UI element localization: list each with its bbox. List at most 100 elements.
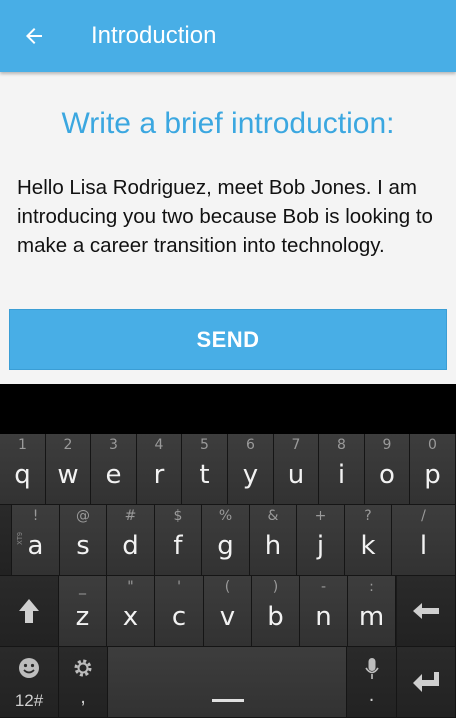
key-label: l (419, 531, 428, 561)
key-hint: ? (364, 508, 372, 524)
backspace-key[interactable] (397, 576, 456, 647)
settings-comma-key[interactable]: , (59, 647, 108, 718)
key-hint: ! (32, 508, 39, 524)
key-i[interactable]: 8i (319, 434, 365, 505)
key-hint: 5 (200, 437, 209, 453)
key-hint: 4 (154, 437, 164, 453)
key-hint: / (421, 508, 426, 524)
key-hint: : (369, 579, 374, 595)
key-hint: & (267, 508, 279, 524)
key-hint: + (314, 508, 327, 524)
key-label: b (267, 602, 284, 632)
key-hint: % (218, 508, 233, 524)
key-p[interactable]: 0p (410, 434, 456, 505)
key-s[interactable]: @ s (60, 505, 107, 576)
content-area: Write a brief introduction: Hello Lisa R… (0, 72, 456, 384)
key-hint: # (124, 508, 137, 524)
voice-period-key[interactable]: . (347, 647, 397, 718)
key-label: f (173, 531, 183, 561)
key-hint: 9 (382, 437, 392, 453)
comma-label: , (80, 686, 86, 708)
key-a[interactable]: ! a XT9 (12, 505, 60, 576)
key-label: c (171, 602, 187, 632)
key-label: t (199, 460, 210, 490)
key-k[interactable]: ? k (345, 505, 392, 576)
send-button[interactable]: SEND (9, 309, 447, 370)
key-g[interactable]: % g (202, 505, 250, 576)
key-f[interactable]: $ f (155, 505, 202, 576)
key-label: x (122, 602, 139, 632)
key-hint: 3 (109, 437, 118, 453)
key-label: e (105, 460, 122, 490)
spacer (0, 384, 456, 434)
gear-icon (74, 659, 92, 677)
key-label: p (424, 460, 441, 490)
key-label: n (315, 602, 332, 632)
key-label: r (153, 460, 165, 490)
space-bar-indicator (212, 699, 244, 702)
key-hint: 6 (246, 437, 255, 453)
keyboard-edge (0, 505, 12, 576)
key-label: k (360, 531, 376, 561)
key-hint: _ (79, 579, 86, 595)
key-z[interactable]: _ z (59, 576, 107, 647)
screen: Introduction Write a brief introduction:… (0, 0, 456, 718)
key-c[interactable]: ' c (155, 576, 204, 647)
shift-arrow-icon (19, 599, 39, 623)
space-key[interactable] (108, 647, 347, 718)
key-x[interactable]: " x (107, 576, 155, 647)
page-title: Introduction (91, 22, 217, 49)
key-label: o (379, 460, 395, 490)
key-d[interactable]: # d (107, 505, 155, 576)
key-hint: @ (76, 508, 90, 524)
smiley-icon (19, 658, 39, 678)
key-hint: 8 (337, 437, 346, 453)
key-label: u (287, 460, 305, 490)
key-hint: ) (272, 579, 279, 595)
key-hint: 1 (18, 437, 27, 453)
key-label: i (337, 460, 346, 490)
shift-key[interactable] (0, 576, 59, 647)
key-label: w (57, 460, 79, 490)
emoji-symbols-key[interactable]: 12# (0, 647, 59, 718)
key-label: y (242, 460, 259, 490)
backspace-icon (413, 603, 439, 619)
key-y[interactable]: 6y (228, 434, 274, 505)
key-label: d (122, 531, 139, 561)
key-label: j (316, 531, 325, 561)
keyboard: 1 q 2 w 3 e 4 r 5 t 6 y 7 u 8 i 9 o 0 p! a XT9 @ s # d $ f% g & h + j? k /… (0, 434, 456, 718)
key-t[interactable]: 5t (182, 434, 228, 505)
key-hint: 0 (428, 437, 437, 453)
key-hint: " (127, 579, 134, 595)
enter-icon (413, 672, 439, 692)
key-e[interactable]: 3e (91, 434, 137, 505)
key-j[interactable]: + j (297, 505, 345, 576)
key-hint: $ (173, 508, 183, 524)
app-bar: Introduction (0, 0, 456, 72)
key-h[interactable]: & h (250, 505, 297, 576)
key-label: m (358, 602, 385, 632)
symbols-label: 12# (14, 691, 44, 710)
key-hint: ( (224, 579, 231, 595)
microphone-icon (364, 658, 379, 679)
key-w[interactable]: 2w (46, 434, 91, 505)
key-b[interactable]: ) b (252, 576, 300, 647)
back-button[interactable] (14, 16, 54, 56)
intro-message-field[interactable]: Hello Lisa Rodriguez, meet Bob Jones. I … (17, 173, 445, 260)
key-u[interactable]: 7u (274, 434, 319, 505)
key-label: h (264, 531, 282, 561)
enter-key[interactable] (397, 647, 456, 718)
key-o[interactable]: 9o (365, 434, 410, 505)
key-l[interactable]: / l (392, 505, 456, 576)
intro-heading: Write a brief introduction: (61, 107, 395, 140)
key-v[interactable]: (v (204, 576, 252, 647)
key-r[interactable]: 4r (137, 434, 182, 505)
xt9-label: XT9 (16, 532, 24, 545)
key-n[interactable]: -n (300, 576, 348, 647)
key-hint: 2 (63, 437, 73, 453)
key-m[interactable]: :m (348, 576, 396, 647)
period-label: . (368, 684, 375, 706)
key-hint: ' (177, 579, 181, 595)
key-label: z (75, 602, 90, 632)
key-q[interactable]: 1q (0, 434, 46, 505)
